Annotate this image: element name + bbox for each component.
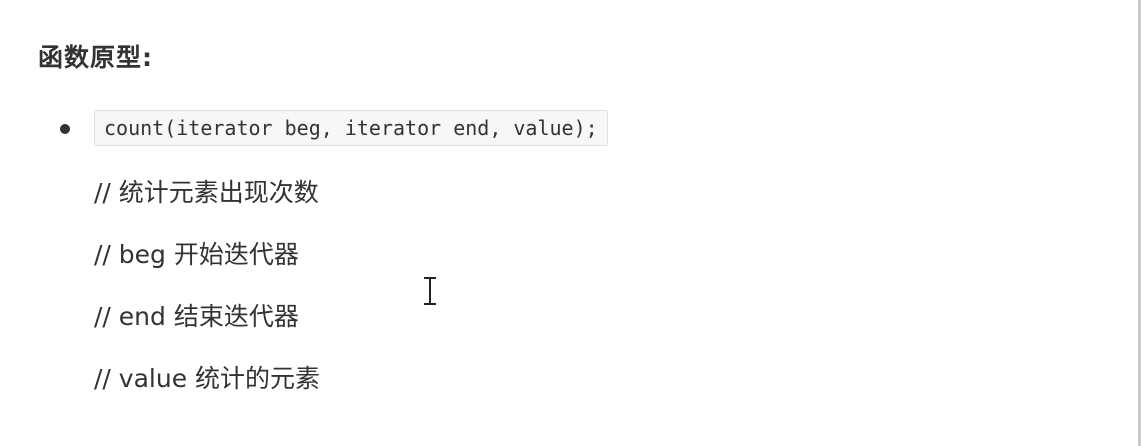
text-cursor-icon (424, 277, 436, 305)
comment-end-parameter: // end 结束迭代器 (94, 302, 299, 331)
function-prototype-code: count(iterator beg, iterator end, value)… (94, 110, 608, 146)
comment-value-parameter: // value 统计的元素 (94, 364, 321, 393)
comment-beg-parameter: // beg 开始迭代器 (94, 240, 299, 269)
document-page: 函数原型: count(iterator beg, iterator end, … (0, 0, 1141, 446)
bullet-icon (60, 124, 70, 134)
section-heading: 函数原型: (38, 43, 153, 72)
comment-count-description: // 统计元素出现次数 (94, 178, 319, 207)
